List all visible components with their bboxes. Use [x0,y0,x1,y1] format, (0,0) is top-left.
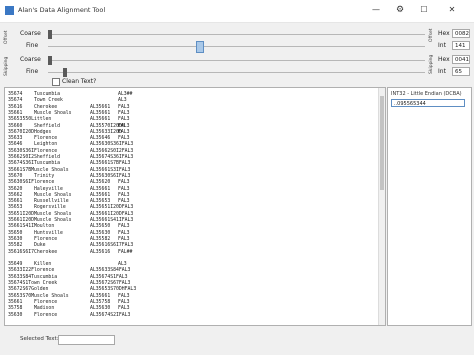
skipping-side-label-right: Skipping [429,54,434,74]
app-icon [5,6,14,15]
offset-coarse-thumb[interactable] [48,30,52,39]
offset-side-label: Offset [4,30,9,44]
vertical-scrollbar[interactable] [378,88,385,325]
data-row-field-b: AL35674S2IFAL3 [90,312,131,318]
offset-coarse-label: Coarse [20,30,41,37]
clean-text-checkbox[interactable] [52,78,60,86]
offset-coarse-slider[interactable] [48,34,425,35]
clean-text-label: Clean Text? [62,78,97,85]
minimize-icon[interactable]: — [364,3,388,17]
skipping-side-label: Skipping [4,56,9,76]
offset-fine-label: Fine [26,42,39,49]
settings-icon[interactable]: ⚙ [388,3,412,17]
app-window: Alan's Data Alignment Tool — ⚙ ☐ ✕ Offse… [0,0,474,355]
interpreter-type-label: INT32 - Little Endian (DCBA) [391,91,462,97]
offset-int-label: Int [438,42,446,49]
skipping-hex-input[interactable]: 0041 [452,55,470,64]
skipping-coarse-label: Coarse [20,56,41,63]
offset-fine-thumb[interactable] [196,41,204,53]
data-row-field-b: AL35616 [90,249,111,255]
skipping-fine-slider[interactable] [48,72,425,73]
skipping-coarse-slider[interactable] [48,60,425,61]
skipping-int-input[interactable]: 65 [452,67,470,76]
skipping-hex-label: Hex [438,56,450,63]
selected-text-label: Selected Text: [20,336,59,342]
offset-fine-slider[interactable] [48,46,425,47]
interpreter-pane: INT32 - Little Endian (DCBA) ..095565344 [387,87,472,326]
scrollbar-thumb[interactable] [380,96,384,190]
offset-hex-input[interactable]: 0082 [452,29,470,38]
data-text-view[interactable]: 35674 Tuscumbia AL3## 35674 Town Creek AL3 3… [4,87,386,326]
skipping-fine-thumb[interactable] [63,68,67,77]
title-bar: Alan's Data Alignment Tool — ⚙ ☐ ✕ [0,0,474,23]
data-row-field-a: 35630 Florence [8,312,58,318]
offset-hex-label: Hex [438,30,450,37]
offset-side-label-right: Offset [429,28,434,42]
interpreter-value-field[interactable]: ..095565344 [391,99,465,107]
data-row-field-c: FAL## [118,249,133,255]
skipping-fine-label: Fine [26,68,39,75]
offset-int-input[interactable]: 141 [452,41,470,50]
skipping-coarse-thumb[interactable] [48,56,52,65]
close-icon[interactable]: ✕ [440,3,464,17]
window-title: Alan's Data Alignment Tool [18,6,106,14]
selected-text-field[interactable] [58,335,115,345]
maximize-icon[interactable]: ☐ [412,3,436,17]
skipping-int-label: Int [438,68,446,75]
data-row-field-a: 35616S6I7Cherokee [8,249,58,255]
